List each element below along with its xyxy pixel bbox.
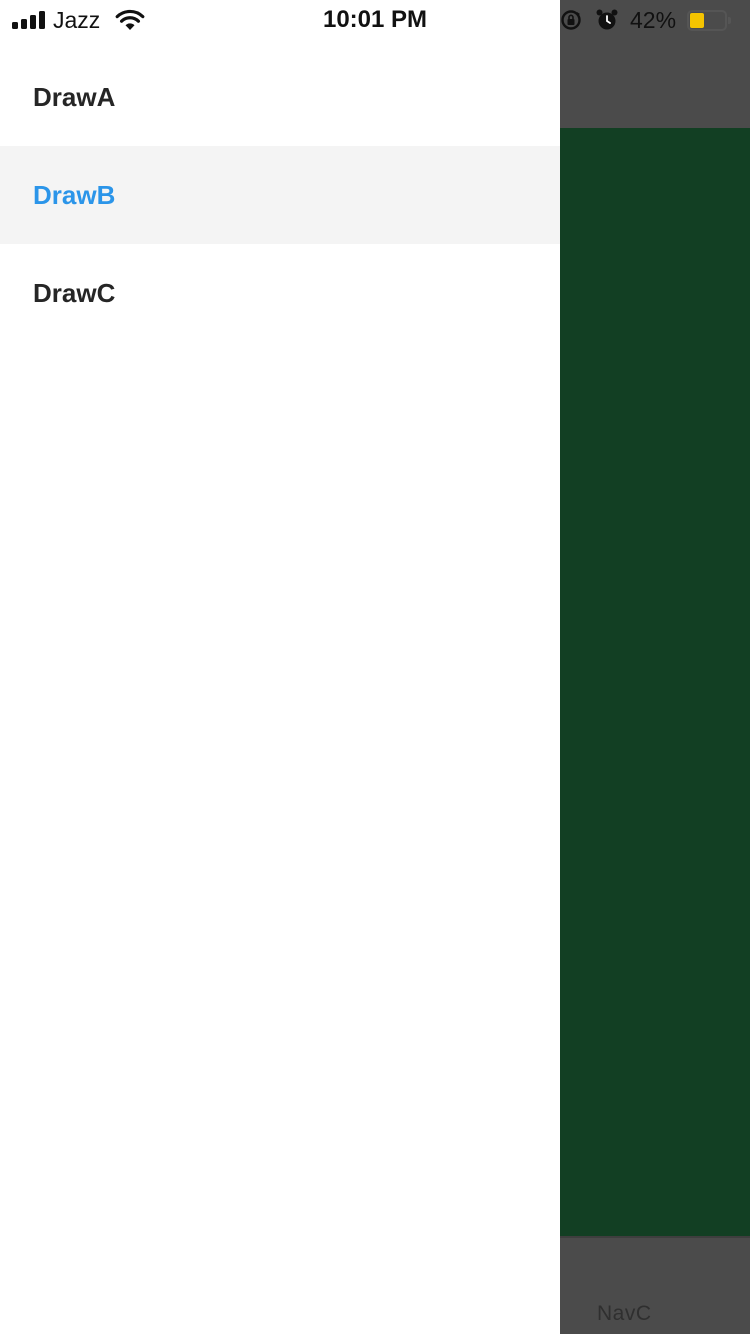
status-bar: Jazz 10:01 PM 42% — [0, 0, 750, 40]
drawer-item-drawc[interactable]: DrawC — [0, 244, 560, 342]
navigation-drawer: DrawA DrawB DrawC — [0, 0, 560, 1334]
app-screen: NavC DrawA DrawB DrawC Jazz 10:01 PM 42% — [0, 0, 750, 1334]
battery-percent: 42% — [630, 7, 677, 33]
battery-icon — [687, 10, 731, 31]
drawer-item-drawa[interactable]: DrawA — [0, 48, 560, 146]
rotation-lock-icon — [561, 10, 581, 30]
tab-navc[interactable]: NavC — [597, 1302, 652, 1326]
drawer-item-drawb[interactable]: DrawB — [0, 146, 560, 244]
drawer-item-label: DrawA — [33, 81, 116, 112]
alarm-icon — [596, 9, 618, 30]
drawer-item-label: DrawC — [33, 277, 116, 308]
drawer-item-label: DrawB — [33, 179, 116, 210]
